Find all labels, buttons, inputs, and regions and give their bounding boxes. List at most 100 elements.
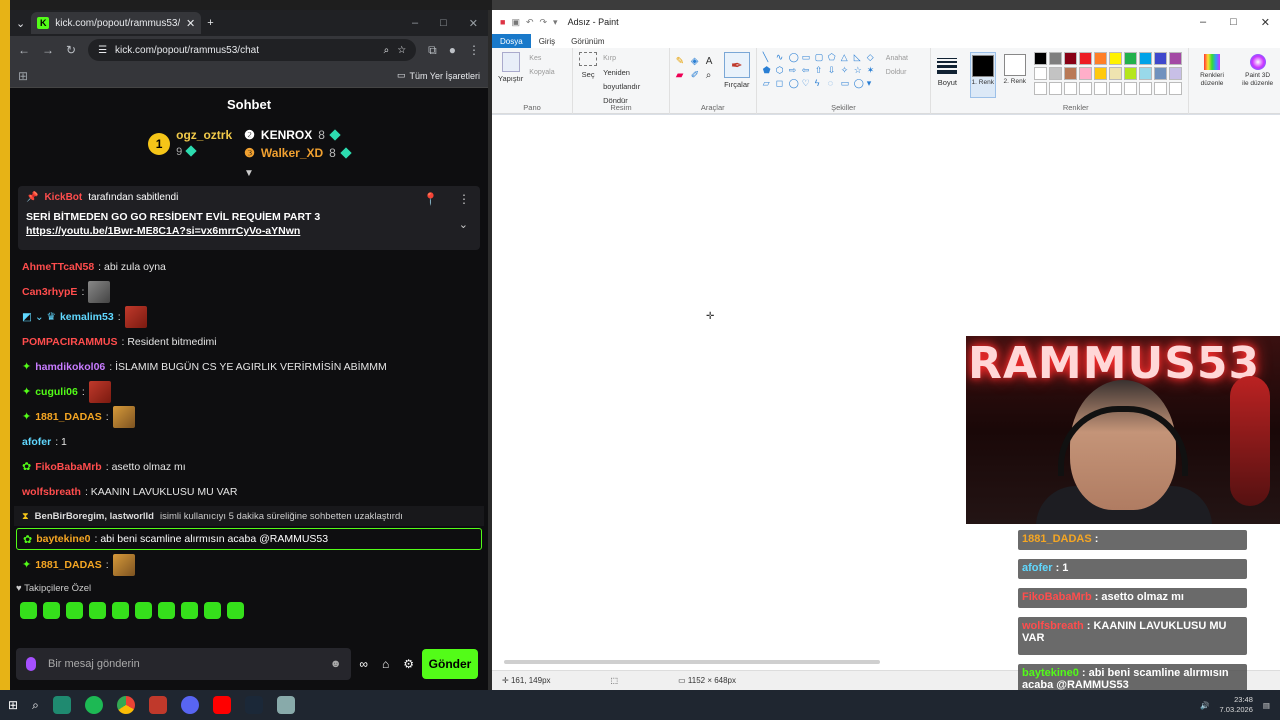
hexagon-shape-icon[interactable]: ⬡ — [776, 65, 787, 76]
shapes-gallery[interactable]: ╲ ∿ ◯ ▭ ▢ ⬠ △ ◺ ◇ ⬟ ⬡ ⇨ ⇦ ⇧ ⇩ ✧ ☆ ✶ ▱ ◻ ◯ ♡ ϟ ◌ ▭ ◯ ▾ — [763, 52, 878, 89]
color-swatch[interactable] — [1033, 67, 1047, 80]
chat-username[interactable]: FikoBabaMrb — [35, 461, 102, 473]
browser-tab[interactable]: K kick.com/popout/rammus53/c ✕ — [31, 12, 202, 34]
arrow-shape-icon[interactable]: ⇧ — [815, 65, 826, 76]
all-bookmarks[interactable]: ▭ Tüm Yer İşaretleri — [397, 70, 480, 81]
emote-icon[interactable] — [135, 602, 152, 619]
arrow-shape-icon[interactable]: ⇨ — [789, 65, 800, 76]
emote-icon[interactable] — [89, 602, 106, 619]
color-swatch[interactable] — [1078, 67, 1092, 80]
close-tab-icon[interactable]: ✕ — [186, 17, 195, 30]
menu-icon[interactable]: ⋮ — [468, 43, 480, 57]
roundrect-shape-icon[interactable]: ▢ — [815, 52, 826, 63]
fill-bucket-icon[interactable]: ◈ — [691, 56, 703, 67]
gift-icon[interactable]: ⌂ — [382, 657, 389, 671]
maximize-icon[interactable]: □ — [440, 17, 447, 30]
chat-username[interactable]: 1881_DADAS — [35, 411, 102, 423]
chrome-icon[interactable] — [116, 696, 135, 714]
emote-icon[interactable] — [66, 602, 83, 619]
emote-icon[interactable] — [20, 602, 37, 619]
custom-color-swatch[interactable] — [1108, 82, 1122, 95]
maximize-icon[interactable]: □ — [1230, 16, 1237, 29]
shape-icon[interactable]: ◇ — [867, 52, 878, 63]
chat-username[interactable]: cuguli06 — [35, 386, 78, 398]
shape-icon[interactable]: ◌ — [828, 78, 839, 89]
custom-color-swatch[interactable] — [1063, 82, 1077, 95]
shapes-more-icon[interactable]: ▾ — [867, 78, 878, 89]
select-button[interactable]: Seç — [579, 52, 598, 108]
chat-username[interactable]: AhmeTTcaN58 — [22, 261, 94, 273]
color-swatch[interactable] — [1153, 67, 1167, 80]
custom-color-swatch[interactable] — [1153, 82, 1167, 95]
volume-icon[interactable]: 🔊 — [1200, 701, 1209, 710]
arrow-shape-icon[interactable]: ⇦ — [802, 65, 813, 76]
pin-menu-icon[interactable]: ⋮ — [458, 192, 470, 206]
callout-shape-icon[interactable]: ◻ — [776, 78, 787, 89]
send-button[interactable]: Gönder — [422, 649, 478, 679]
color-swatch[interactable] — [1063, 67, 1077, 80]
expand-chevron-icon[interactable]: ⌄ — [459, 218, 468, 231]
collapse-arrow-icon[interactable]: ▼ — [10, 168, 488, 180]
infinity-icon[interactable]: ∞ — [359, 657, 368, 671]
shape-icon[interactable]: ▭ — [841, 78, 852, 89]
color-swatch[interactable] — [1093, 52, 1107, 65]
start-icon[interactable]: ⊞ — [8, 698, 18, 712]
youtube-icon[interactable] — [212, 696, 231, 714]
color-swatch[interactable] — [1168, 67, 1182, 80]
star-shape-icon[interactable]: ☆ — [854, 65, 865, 76]
color-swatch[interactable] — [1138, 67, 1152, 80]
emote-icon[interactable] — [204, 602, 221, 619]
color-swatch[interactable] — [1123, 67, 1137, 80]
leader-first[interactable]: 1 ogz_oztrk 9 — [148, 128, 232, 160]
color-swatch[interactable] — [1153, 52, 1167, 65]
shape-icon[interactable]: ◯ — [854, 78, 865, 89]
paint-taskbar-icon[interactable] — [276, 696, 295, 714]
url-field[interactable]: ☰ kick.com/popout/rammus53/chat ⌕ ☆ — [88, 39, 417, 61]
emote-icon[interactable] — [181, 602, 198, 619]
color-swatch[interactable] — [1168, 52, 1182, 65]
settings-gear-icon[interactable]: ⚙ — [403, 657, 414, 671]
app-icon[interactable] — [52, 696, 71, 714]
size-button[interactable]: Boyut — [931, 48, 964, 114]
color-swatch[interactable] — [1108, 52, 1122, 65]
text-tool-icon[interactable]: A — [706, 56, 718, 67]
tab-gorunum[interactable]: Görünüm — [563, 34, 612, 48]
emote-icon[interactable] — [158, 602, 175, 619]
arrow-shape-icon[interactable]: ⇩ — [828, 65, 839, 76]
resize-button[interactable]: Yeniden boyutlandır — [603, 66, 663, 94]
qa-dropdown-icon[interactable]: ▾ — [553, 17, 558, 28]
redo-icon[interactable]: ↷ — [540, 17, 548, 28]
line-shape-icon[interactable]: ╲ — [763, 52, 774, 63]
app-icon[interactable] — [148, 696, 167, 714]
chat-username[interactable]: kemalim53 — [60, 311, 114, 323]
site-info-icon[interactable]: ☰ — [98, 45, 107, 56]
chat-username[interactable]: afofer — [22, 436, 51, 448]
fill-button[interactable]: Doldur — [886, 66, 908, 80]
color-swatch[interactable] — [1063, 52, 1077, 65]
tab-giris[interactable]: Giriş — [531, 34, 563, 48]
pentagon-shape-icon[interactable]: ⬟ — [763, 65, 774, 76]
pencil-icon[interactable]: ✎ — [676, 56, 688, 67]
crop-button[interactable]: Kırp — [603, 52, 663, 66]
leader-second[interactable]: ❷ KENROX 8 — [244, 128, 350, 142]
horizontal-scrollbar[interactable] — [504, 660, 880, 664]
search-icon[interactable]: ⌕ — [32, 698, 39, 713]
notification-icon[interactable]: ▤ — [1263, 701, 1270, 710]
polygon-shape-icon[interactable]: ⬠ — [828, 52, 839, 63]
bookmark-star-icon[interactable]: ☆ — [397, 45, 406, 56]
save-icon[interactable]: ▣ — [511, 17, 520, 28]
cut-button[interactable]: Kes — [529, 52, 554, 66]
star-shape-icon[interactable]: ✶ — [867, 65, 878, 76]
unpin-icon[interactable]: 📍 — [423, 192, 438, 206]
minimize-icon[interactable]: – — [1200, 16, 1206, 29]
minimize-icon[interactable]: – — [412, 17, 418, 30]
forward-icon[interactable]: → — [42, 43, 54, 57]
color-swatch[interactable] — [1093, 67, 1107, 80]
chat-username[interactable]: 1881_DADAS — [35, 559, 102, 571]
star-shape-icon[interactable]: ✧ — [841, 65, 852, 76]
steam-icon[interactable] — [244, 696, 263, 714]
profile-avatar[interactable]: ● — [449, 43, 456, 57]
color-swatch[interactable] — [1138, 52, 1152, 65]
custom-color-swatch[interactable] — [1033, 82, 1047, 95]
emote-icon[interactable] — [43, 602, 60, 619]
